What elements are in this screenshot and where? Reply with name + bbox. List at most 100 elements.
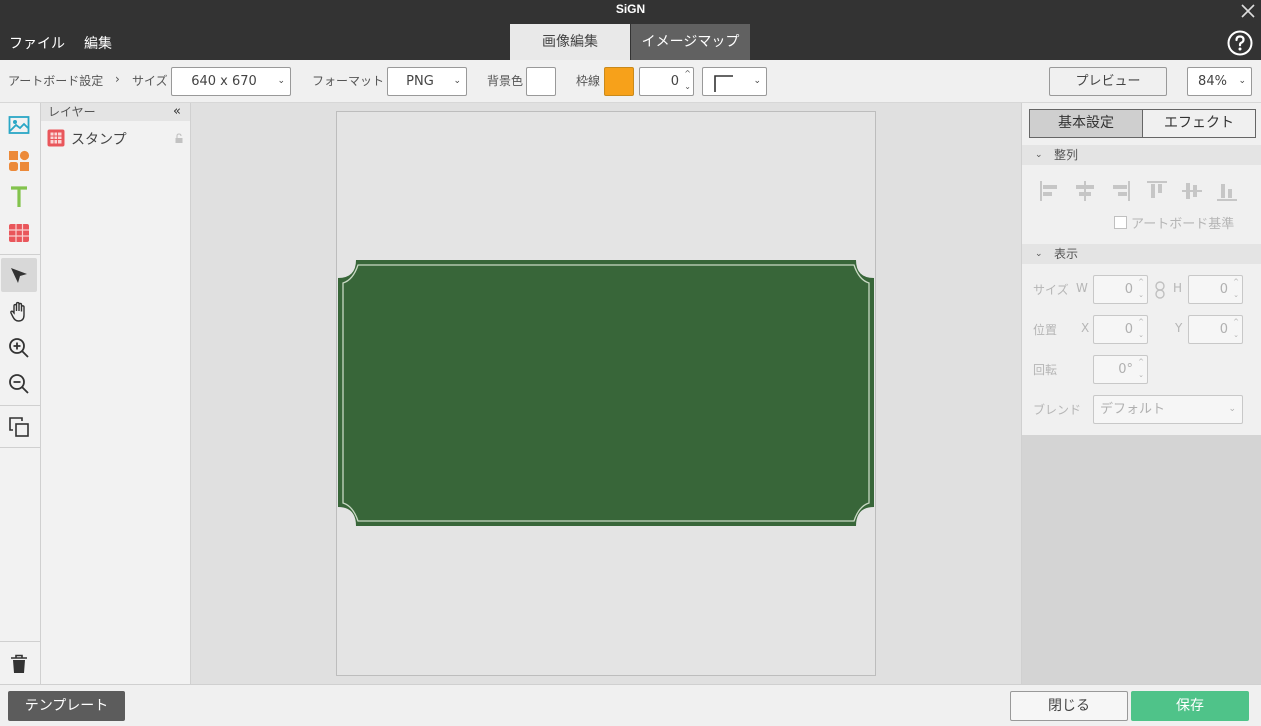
hand-tool-icon[interactable] [1, 295, 37, 329]
width-input[interactable]: 0 ^ ⌄ [1093, 275, 1148, 304]
menu-edit[interactable]: 編集 [84, 33, 112, 53]
align-section-header[interactable]: ⌄ 整列 [1022, 145, 1261, 165]
chevron-down-icon: ⌄ [1035, 249, 1043, 259]
size-value: 640 x 670 [191, 74, 257, 89]
y-input[interactable]: 0 ^ ⌄ [1188, 315, 1243, 344]
stepper-icon[interactable]: ^ ⌄ [684, 67, 691, 93]
border-width-input[interactable]: 0 ^ ⌄ [639, 67, 694, 96]
title-bar: SiGN ファイル 編集 画像編集 イメージマップ [0, 0, 1261, 60]
align-top-icon [1147, 181, 1167, 198]
table-layer-icon [47, 129, 65, 147]
chevron-down-icon: ⌄ [1228, 404, 1236, 414]
size-select[interactable]: 640 x 670 ⌄ [171, 67, 291, 96]
collapse-icon[interactable]: « [173, 103, 181, 121]
corner-style-select[interactable]: ⌄ [702, 67, 767, 96]
format-value: PNG [406, 74, 434, 89]
artboard-basis-checkbox[interactable] [1114, 216, 1127, 229]
properties-content: 基本設定 エフェクト ⌄ 整列 アートボード基準 ⌄ 表示 サイズ W 0 ^ … [1022, 103, 1261, 435]
align-center-h-icon [1076, 181, 1094, 201]
border-color-swatch[interactable] [604, 67, 634, 96]
bottom-bar: テンプレート 閉じる 保存 [0, 684, 1261, 726]
align-bottom-icon [1217, 184, 1237, 201]
tab-basic-settings[interactable]: 基本設定 [1029, 109, 1143, 138]
save-button[interactable]: 保存 [1131, 691, 1249, 721]
menu-file[interactable]: ファイル [9, 33, 65, 53]
rotation-label: 回転 [1033, 363, 1058, 377]
trash-icon[interactable] [1, 647, 37, 681]
size-label: サイズ [132, 74, 168, 88]
border-width-value: 0 [670, 74, 679, 89]
artboard[interactable] [336, 111, 876, 676]
preview-button[interactable]: プレビュー [1049, 67, 1167, 96]
bg-color-swatch[interactable] [526, 67, 556, 96]
tool-divider [0, 641, 40, 642]
blend-label: ブレンド [1033, 403, 1082, 417]
display-section-title: 表示 [1054, 247, 1079, 261]
format-select[interactable]: PNG ⌄ [387, 67, 467, 96]
chevron-down-icon: ⌄ [453, 76, 461, 86]
format-label: フォーマット [312, 74, 385, 88]
stepper-icon[interactable]: ^ ⌄ [1136, 356, 1146, 383]
layers-header: レイヤー « [41, 103, 190, 121]
stamp-shape[interactable] [338, 260, 874, 528]
rotation-value: 0° [1118, 362, 1133, 377]
bg-color-label: 背景色 [487, 74, 524, 88]
height-label: H [1173, 281, 1183, 295]
artboard-basis-label: アートボード基準 [1131, 217, 1235, 232]
tool-divider [0, 447, 40, 448]
stepper-icon[interactable]: ^ ⌄ [1231, 316, 1241, 343]
canvas-area[interactable] [191, 103, 1021, 684]
image-tool-icon[interactable] [1, 108, 37, 142]
select-tool-icon[interactable] [1, 258, 37, 292]
text-tool-icon[interactable] [1, 180, 37, 214]
zoom-out-icon[interactable] [1, 367, 37, 401]
shapes-tool-icon[interactable] [1, 144, 37, 178]
close-icon[interactable] [1239, 2, 1257, 20]
width-label: W [1076, 281, 1088, 295]
y-value: 0 [1219, 322, 1228, 337]
chevron-down-icon: ⌄ [753, 76, 761, 86]
help-icon[interactable] [1227, 30, 1253, 56]
align-center-v-icon [1182, 183, 1202, 199]
layers-panel: レイヤー « スタンプ [41, 103, 191, 684]
breadcrumb-separator: › [115, 72, 120, 86]
stepper-icon[interactable]: ^ ⌄ [1231, 276, 1241, 303]
table-tool-icon[interactable] [1, 216, 37, 250]
template-button[interactable]: テンプレート [8, 691, 125, 721]
app-title: SiGN [615, 2, 646, 16]
chevron-down-icon: ⌄ [1035, 150, 1043, 160]
height-value: 0 [1219, 282, 1228, 297]
x-value: 0 [1124, 322, 1133, 337]
x-input[interactable]: 0 ^ ⌄ [1093, 315, 1148, 344]
blend-select[interactable]: デフォルト ⌄ [1093, 395, 1243, 424]
breadcrumb-artboard-settings: アートボード設定 [8, 74, 104, 88]
close-button[interactable]: 閉じる [1010, 691, 1128, 721]
align-left-icon [1040, 181, 1057, 201]
align-buttons[interactable] [1039, 180, 1247, 202]
properties-panel: 基本設定 エフェクト ⌄ 整列 アートボード基準 ⌄ 表示 サイズ W 0 ^ … [1021, 103, 1261, 684]
height-input[interactable]: 0 ^ ⌄ [1188, 275, 1243, 304]
zoom-select[interactable]: 84% ⌄ [1187, 67, 1252, 96]
tab-effects[interactable]: エフェクト [1142, 109, 1256, 138]
size-label: サイズ [1033, 283, 1069, 297]
y-label: Y [1175, 321, 1183, 335]
tab-image-map[interactable]: イメージマップ [631, 24, 750, 60]
tool-bar [0, 103, 41, 684]
zoom-in-icon[interactable] [1, 331, 37, 365]
tool-divider [0, 254, 40, 255]
tab-image-edit[interactable]: 画像編集 [510, 24, 630, 60]
align-right-icon [1113, 181, 1130, 201]
rotation-input[interactable]: 0° ^ ⌄ [1093, 355, 1148, 384]
stepper-icon[interactable]: ^ ⌄ [1136, 276, 1146, 303]
link-icon[interactable] [1155, 281, 1165, 299]
unlock-icon[interactable] [174, 133, 184, 144]
layers-title: レイヤー [48, 105, 96, 119]
chevron-down-icon: ⌄ [1238, 76, 1246, 86]
stepper-icon[interactable]: ^ ⌄ [1136, 316, 1146, 343]
tool-divider [0, 405, 40, 406]
layer-item[interactable]: スタンプ [41, 127, 190, 149]
border-label: 枠線 [576, 74, 601, 88]
duplicate-icon[interactable] [1, 410, 37, 444]
display-section-header[interactable]: ⌄ 表示 [1022, 244, 1261, 264]
chevron-down-icon: ⌄ [277, 76, 285, 86]
